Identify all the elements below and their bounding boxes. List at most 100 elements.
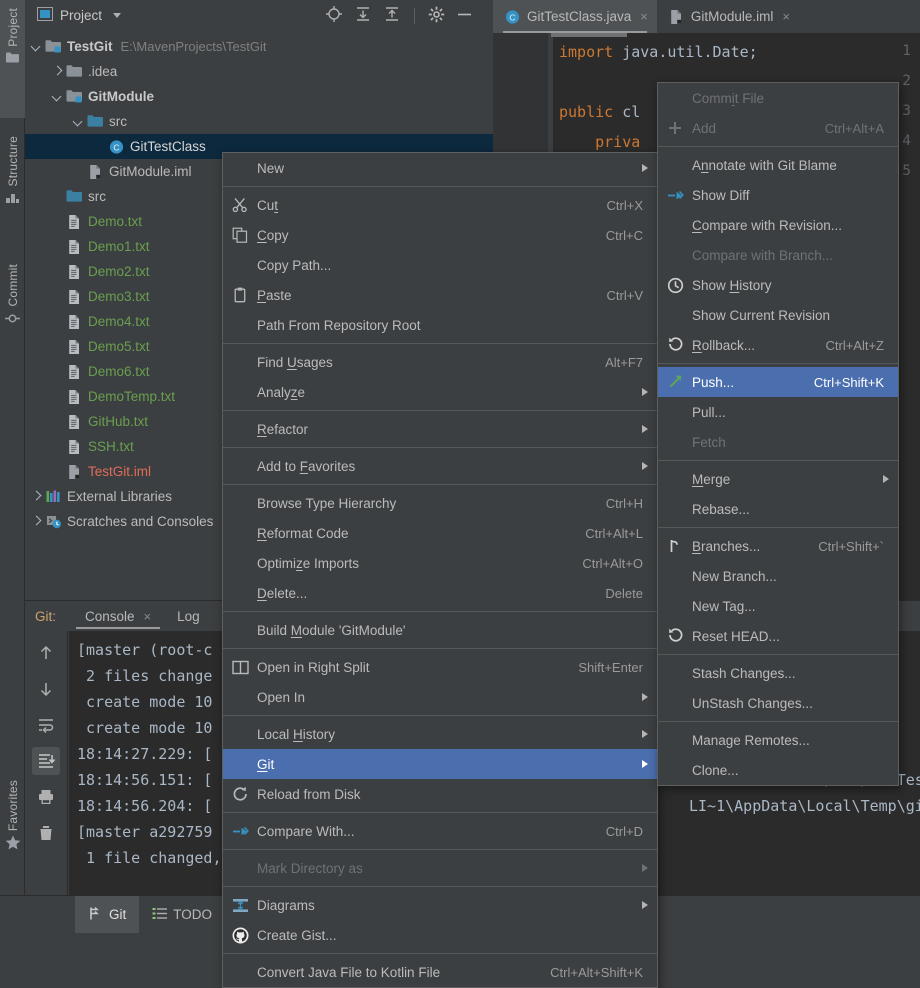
menu-item[interactable]: Branches... Ctrl+Shift+` (658, 531, 898, 561)
tree-arrow-placeholder (52, 441, 63, 452)
menu-item: Mark Directory as (223, 853, 657, 883)
menu-item[interactable]: Compare with Revision... (658, 210, 898, 240)
menu-item[interactable]: Clone... (658, 755, 898, 785)
chevron-down-icon[interactable] (113, 13, 122, 18)
reload-icon (232, 786, 249, 802)
menu-item[interactable]: Cut Ctrl+X (223, 190, 657, 220)
menu-item[interactable]: Show History (658, 270, 898, 300)
menu-item[interactable]: Browse Type Hierarchy Ctrl+H (223, 488, 657, 518)
split-icon (231, 660, 249, 675)
menu-item[interactable]: Find Usages Alt+F7 (223, 347, 657, 377)
up-arrow-icon[interactable] (32, 639, 60, 667)
tool-tab-favorites[interactable]: Favorites (0, 772, 25, 884)
menu-item: Compare with Branch... (658, 240, 898, 270)
status-todo-button[interactable]: TODO (139, 896, 225, 933)
menu-item[interactable]: Copy Ctrl+C (223, 220, 657, 250)
tab-log[interactable]: Log (164, 601, 213, 631)
close-icon[interactable]: × (782, 9, 790, 24)
chevron-right-icon[interactable] (52, 66, 63, 77)
tree-row[interactable]: TestGit E:\MavenProjects\TestGit (25, 34, 493, 59)
menu-item[interactable]: Reload from Disk (223, 779, 657, 809)
svg-text:C: C (509, 12, 515, 22)
tree-arrow-placeholder (52, 291, 63, 302)
compare-icon (223, 824, 257, 839)
submenu-arrow-icon (642, 864, 648, 872)
menu-item[interactable]: Open in Right Split Shift+Enter (223, 652, 657, 682)
menu-item[interactable]: Reset HEAD... (658, 621, 898, 651)
menu-item[interactable]: Rollback... Ctrl+Alt+Z (658, 330, 898, 360)
chevron-down-icon[interactable] (31, 41, 42, 52)
menu-item[interactable]: Copy Path... (223, 250, 657, 280)
menu-item[interactable]: Show Current Revision (658, 300, 898, 330)
menu-item[interactable]: Push... Ctrl+Shift+K (658, 367, 898, 397)
chevron-down-icon[interactable] (52, 91, 63, 102)
collapse-all-icon[interactable] (383, 5, 401, 26)
folder-icon (66, 64, 83, 80)
menu-item[interactable]: New Branch... (658, 561, 898, 591)
menu-item[interactable]: Pull... (658, 397, 898, 427)
menu-item[interactable]: Optimize Imports Ctrl+Alt+O (223, 548, 657, 578)
tab-console[interactable]: Console × (72, 601, 164, 631)
status-git-button[interactable]: Git (75, 896, 140, 933)
menu-item[interactable]: Create Gist... (223, 920, 657, 950)
menu-item[interactable]: Compare With... Ctrl+D (223, 816, 657, 846)
chevron-right-icon[interactable] (31, 491, 42, 502)
menu-item[interactable]: New (223, 153, 657, 183)
menu-item[interactable]: UnStash Changes... (658, 688, 898, 718)
scroll-to-end-icon[interactable] (32, 747, 60, 775)
git-submenu[interactable]: Commit File Add Ctrl+Alt+A Annotate with Gi… (657, 82, 899, 786)
menu-item[interactable]: Delete... Delete (223, 578, 657, 608)
menu-item[interactable]: Paste Ctrl+V (223, 280, 657, 310)
menu-item-label: Convert Java File to Kotlin File (257, 964, 441, 980)
libraries-icon (45, 489, 62, 505)
menu-item[interactable]: Show Diff (658, 180, 898, 210)
menu-item[interactable]: Annotate with Git Blame (658, 150, 898, 180)
menu-item[interactable]: Rebase... (658, 494, 898, 524)
menu-item-label: Stash Changes... (692, 665, 796, 681)
menu-item[interactable]: Stash Changes... (658, 658, 898, 688)
tool-tab-structure[interactable]: Structure (0, 128, 25, 246)
menu-item[interactable]: Manage Remotes... (658, 725, 898, 755)
close-icon[interactable]: × (640, 9, 648, 24)
soft-wrap-icon[interactable] (32, 711, 60, 739)
settings-gear-icon[interactable] (428, 6, 445, 26)
menu-item-label: Show History (692, 277, 772, 293)
menu-item[interactable]: Add to Favorites (223, 451, 657, 481)
down-arrow-icon[interactable] (32, 675, 60, 703)
chevron-down-icon[interactable] (73, 116, 84, 127)
file-context-menu[interactable]: New Cut Ctrl+X Copy Ctrl+C Copy Path... Paste C… (222, 152, 658, 988)
tool-tab-commit[interactable]: Commit (0, 256, 25, 368)
close-icon[interactable]: × (144, 609, 152, 624)
menu-item[interactable]: Build Module 'GitModule' (223, 615, 657, 645)
tab-console-label: Console (85, 608, 135, 624)
chevron-right-icon[interactable] (31, 516, 42, 527)
menu-item[interactable]: Diagrams (223, 890, 657, 920)
menu-item[interactable]: Refactor (223, 414, 657, 444)
menu-item[interactable]: Git (223, 749, 657, 779)
menu-item-label: Reload from Disk (257, 786, 361, 802)
menu-item[interactable]: Analyze (223, 377, 657, 407)
menu-item[interactable]: Path From Repository Root (223, 310, 657, 340)
trash-icon[interactable] (32, 819, 60, 847)
editor-tab[interactable]: C GitTestClass.java × (493, 0, 657, 33)
menu-item-label: Compare with Revision... (692, 217, 843, 233)
menu-item[interactable]: Merge (658, 464, 898, 494)
print-icon[interactable] (32, 783, 60, 811)
hide-icon[interactable] (456, 6, 473, 26)
tool-tab-commit-label: Commit (5, 264, 20, 307)
horizontal-scrollbar[interactable] (551, 33, 627, 37)
menu-item[interactable]: Open In (223, 682, 657, 712)
menu-item[interactable]: Convert Java File to Kotlin File Ctrl+Alt… (223, 957, 657, 987)
tool-tab-project[interactable]: Project (0, 0, 25, 118)
menu-item[interactable]: New Tag... (658, 591, 898, 621)
tree-row[interactable]: .idea (25, 59, 493, 84)
toolbar-divider (414, 7, 415, 24)
menu-item[interactable]: Reformat Code Ctrl+Alt+L (223, 518, 657, 548)
tree-row[interactable]: src (25, 109, 493, 134)
tree-row[interactable]: GitModule (25, 84, 493, 109)
menu-item[interactable]: Local History (223, 719, 657, 749)
locate-icon[interactable] (325, 5, 343, 26)
expand-all-icon[interactable] (354, 5, 372, 26)
text-file-icon (66, 289, 83, 305)
editor-tab[interactable]: GitModule.iml × (657, 0, 799, 33)
